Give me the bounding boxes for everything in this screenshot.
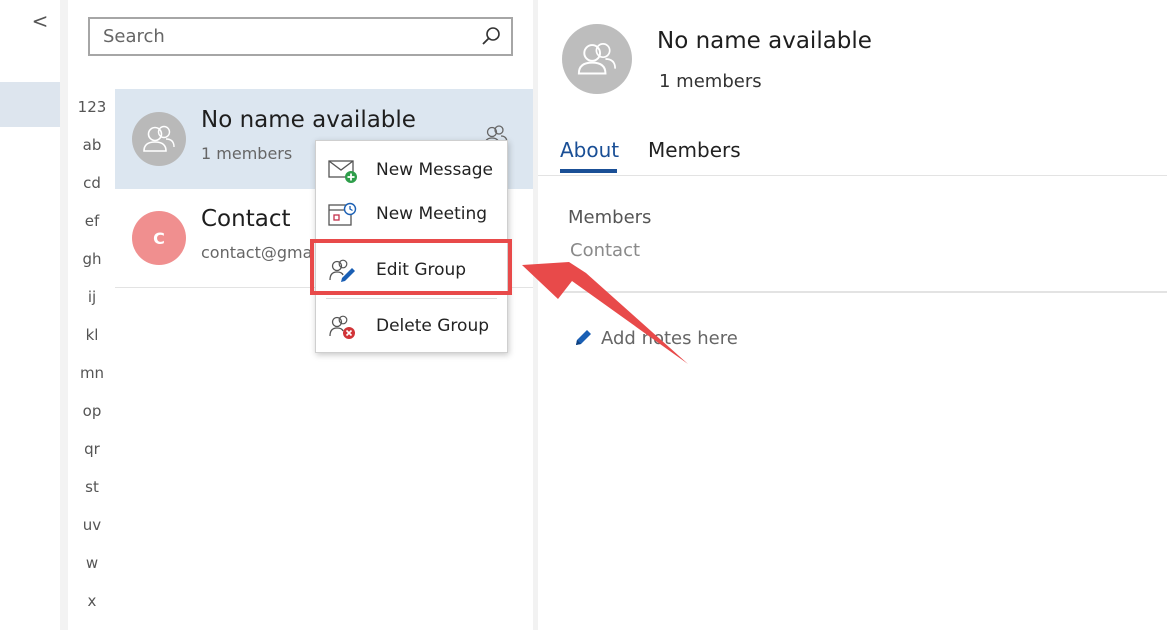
avatar-letter: C [153,228,165,248]
detail-title: No name available [657,28,872,54]
alpha-index-item[interactable]: mn [68,354,116,392]
alpha-index-item[interactable]: x [68,582,116,620]
alpha-index-item[interactable]: ij [68,278,116,316]
back-button[interactable]: < [28,8,52,34]
menu-item-label: Edit Group [376,260,467,280]
left-nav: < [0,0,60,630]
group-avatar-icon [577,43,617,75]
alpha-index-item[interactable]: 123 [68,88,116,126]
alpha-index-item[interactable]: uv [68,506,116,544]
contact-subtitle: 1 members [201,144,293,163]
edit-group-icon [329,259,355,282]
menu-item-new-meeting[interactable]: New Meeting [316,192,507,236]
menu-item-edit-group[interactable]: Edit Group [316,248,507,292]
members-heading: Members [568,207,652,228]
active-tab-indicator [560,169,617,173]
detail-avatar [562,24,632,94]
chevron-left-icon: < [31,9,49,33]
alpha-index-item[interactable]: gh [68,240,116,278]
nav-gutter [60,0,68,630]
add-notes-field[interactable]: Add notes here [572,327,738,349]
alpha-index-item[interactable]: ef [68,202,116,240]
alphabet-index: 123 ab cd ef gh ij kl mn op qr st uv w x [68,88,116,620]
avatar: C [132,211,186,265]
alpha-index-item[interactable]: ab [68,126,116,164]
tab-members[interactable]: Members [648,138,741,162]
contact-name: No name available [201,107,416,133]
menu-separator [326,241,497,242]
contact-subtitle: contact@gma [201,243,313,262]
alpha-index-item[interactable]: st [68,468,116,506]
menu-item-label: New Message [376,160,493,180]
menu-item-new-message[interactable]: New Message [316,148,507,192]
avatar [132,112,186,166]
alpha-index-item[interactable]: w [68,544,116,582]
alpha-index-item[interactable]: qr [68,430,116,468]
contact-name: Contact [201,206,291,232]
delete-group-icon [329,315,355,339]
menu-item-delete-group[interactable]: Delete Group [316,304,507,348]
notes-placeholder: Add notes here [601,327,738,349]
tab-about[interactable]: About [560,138,619,162]
context-menu: New Message New Meeting Edit Group Delet… [315,140,508,353]
search-input[interactable] [90,19,470,54]
alpha-index-item[interactable]: op [68,392,116,430]
section-separator [556,291,1167,293]
tab-separator [538,175,1167,176]
new-message-icon [328,160,357,183]
new-meeting-icon [328,202,357,226]
nav-selected-item[interactable] [0,82,60,127]
menu-item-label: Delete Group [376,316,490,336]
alpha-index-item[interactable]: cd [68,164,116,202]
pencil-icon [576,330,591,345]
menu-separator [326,298,497,299]
search-box [88,17,513,56]
members-value[interactable]: Contact [570,240,640,261]
search-icon[interactable] [481,26,501,46]
group-avatar-icon [143,125,175,152]
detail-pane: No name available 1 members About Member… [538,0,1167,630]
alpha-index-item[interactable]: kl [68,316,116,354]
detail-member-count: 1 members [659,71,762,92]
menu-item-label: New Meeting [376,204,488,224]
